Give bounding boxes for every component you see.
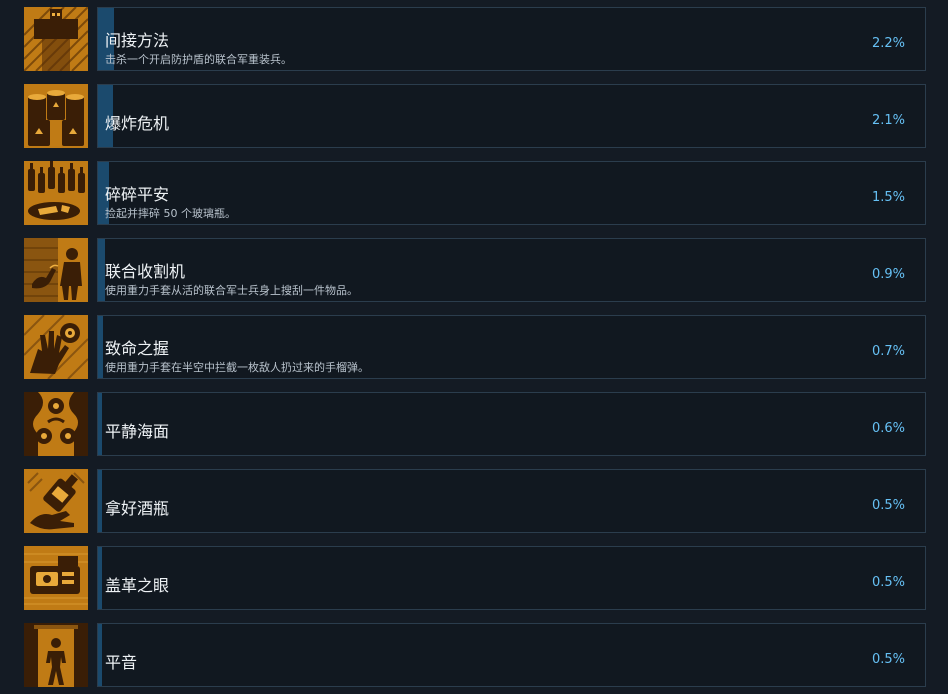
achievement-description: 使用重力手套从活的联合军士兵身上搜刮一件物品。 <box>105 284 358 297</box>
unlock-percentage: 0.5% <box>871 652 905 667</box>
achievement-row[interactable]: 爆炸危机 2.1% <box>0 84 948 150</box>
achievement-description: 使用重力手套在半空中拦截一枚敌人扔过来的手榴弹。 <box>105 361 369 374</box>
achievement-panel: 平静海面 0.6% <box>97 392 926 456</box>
achievement-row[interactable]: 碎碎平安 捡起并摔碎 50 个玻璃瓶。 1.5% <box>0 161 948 227</box>
unlock-percentage: 0.6% <box>871 421 905 436</box>
achievement-title: 盖革之眼 <box>105 576 170 595</box>
achievement-title: 间接方法 <box>105 31 170 50</box>
progress-bar <box>98 624 102 686</box>
progress-bar <box>98 393 102 455</box>
unlock-percentage: 0.7% <box>871 344 905 359</box>
calm-faces-icon <box>24 392 88 456</box>
unlock-percentage: 0.5% <box>871 575 905 590</box>
unlock-percentage: 0.9% <box>871 267 905 282</box>
unlock-percentage: 2.1% <box>871 113 905 128</box>
progress-bar <box>98 239 105 301</box>
explosive-barrels-icon <box>24 84 88 148</box>
grenade-catch-icon <box>24 315 88 379</box>
achievement-title: 致命之握 <box>105 339 170 358</box>
achievement-row[interactable]: 盖革之眼 0.5% <box>0 546 948 612</box>
achievement-title: 平音 <box>105 653 138 672</box>
geiger-counter-icon <box>24 546 88 610</box>
achievement-panel: 致命之握 使用重力手套在半空中拦截一枚敌人扔过来的手榴弹。 0.7% <box>97 315 926 379</box>
unlock-percentage: 0.5% <box>871 498 905 513</box>
achievement-row[interactable]: 平音 0.5% <box>0 623 948 689</box>
achievement-row[interactable]: 间接方法 击杀一个开启防护盾的联合军重装兵。 2.2% <box>0 7 948 73</box>
achievement-description: 捡起并摔碎 50 个玻璃瓶。 <box>105 207 236 220</box>
achievement-title: 爆炸危机 <box>105 114 170 133</box>
achievement-panel: 联合收割机 使用重力手套从活的联合军士兵身上搜刮一件物品。 0.9% <box>97 238 926 302</box>
achievement-title: 平静海面 <box>105 422 170 441</box>
achievement-row[interactable]: 拿好酒瓶 0.5% <box>0 469 948 535</box>
doorway-figure-icon <box>24 623 88 687</box>
achievement-list: 间接方法 击杀一个开启防护盾的联合军重装兵。 2.2% 爆炸危机 2.1% 碎碎… <box>0 0 948 694</box>
achievement-title: 碎碎平安 <box>105 185 170 204</box>
achievement-description: 击杀一个开启防护盾的联合军重装兵。 <box>105 53 292 66</box>
unlock-percentage: 1.5% <box>871 190 905 205</box>
gravity-glove-grab-icon <box>24 238 88 302</box>
achievement-panel: 平音 0.5% <box>97 623 926 687</box>
achievement-panel: 拿好酒瓶 0.5% <box>97 469 926 533</box>
shielded-soldier-icon <box>24 7 88 71</box>
progress-bar <box>98 547 102 609</box>
unlock-percentage: 2.2% <box>871 36 905 51</box>
achievement-row[interactable]: 联合收割机 使用重力手套从活的联合军士兵身上搜刮一件物品。 0.9% <box>0 238 948 304</box>
progress-bar <box>98 316 103 378</box>
progress-bar <box>98 470 102 532</box>
achievement-panel: 盖革之眼 0.5% <box>97 546 926 610</box>
achievement-title: 拿好酒瓶 <box>105 499 170 518</box>
achievement-panel: 间接方法 击杀一个开启防护盾的联合军重装兵。 2.2% <box>97 7 926 71</box>
achievement-row[interactable]: 致命之握 使用重力手套在半空中拦截一枚敌人扔过来的手榴弹。 0.7% <box>0 315 948 381</box>
achievement-panel: 爆炸危机 2.1% <box>97 84 926 148</box>
achievement-panel: 碎碎平安 捡起并摔碎 50 个玻璃瓶。 1.5% <box>97 161 926 225</box>
achievement-title: 联合收割机 <box>105 262 186 281</box>
hold-bottle-icon <box>24 469 88 533</box>
broken-bottles-icon <box>24 161 88 225</box>
achievement-row[interactable]: 平静海面 0.6% <box>0 392 948 458</box>
